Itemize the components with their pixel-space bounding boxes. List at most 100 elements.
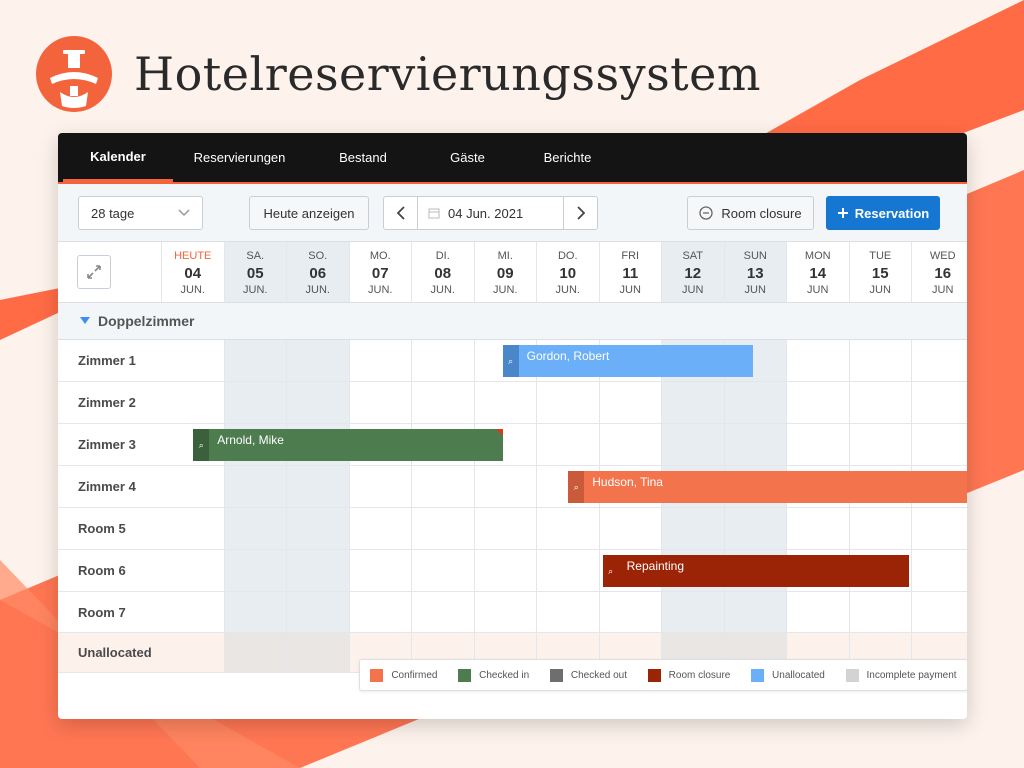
calendar-cell[interactable] bbox=[849, 340, 912, 382]
calendar-cell[interactable] bbox=[287, 508, 350, 550]
calendar-cell[interactable] bbox=[724, 508, 787, 550]
calendar-cell[interactable] bbox=[912, 550, 967, 592]
calendar-cell[interactable] bbox=[287, 340, 350, 382]
calendar-cell[interactable] bbox=[412, 592, 475, 633]
calendar-cell[interactable] bbox=[724, 424, 787, 466]
calendar-cell[interactable] bbox=[599, 424, 662, 466]
calendar-cell[interactable] bbox=[474, 508, 537, 550]
tab-reservierungen[interactable]: Reservierungen bbox=[173, 133, 306, 182]
calendar-cell[interactable] bbox=[224, 340, 287, 382]
calendar-cell[interactable] bbox=[912, 382, 967, 424]
calendar-cell[interactable] bbox=[912, 508, 967, 550]
booking-bar[interactable]: ⌕ Gordon, Robert bbox=[502, 345, 753, 377]
calendar-cell[interactable] bbox=[224, 508, 287, 550]
tab-gaeste[interactable]: Gäste bbox=[420, 133, 515, 182]
calendar-cell[interactable] bbox=[537, 592, 600, 633]
add-reservation-button[interactable]: Reservation bbox=[826, 196, 940, 230]
next-date-button[interactable] bbox=[564, 197, 597, 229]
calendar-cell[interactable] bbox=[287, 550, 350, 592]
calendar-cell[interactable] bbox=[224, 550, 287, 592]
calendar-cell[interactable] bbox=[537, 382, 600, 424]
calendar-cell[interactable] bbox=[224, 466, 287, 508]
calendar-cell[interactable] bbox=[412, 466, 475, 508]
calendar-cell[interactable] bbox=[662, 424, 725, 466]
day-month: JUN bbox=[807, 284, 829, 296]
calendar-cell[interactable] bbox=[787, 424, 850, 466]
calendar-cell[interactable] bbox=[287, 382, 350, 424]
room-row-label: Zimmer 4 bbox=[58, 466, 162, 508]
tab-bestand[interactable]: Bestand bbox=[306, 133, 420, 182]
room-row-label: Room 5 bbox=[58, 508, 162, 550]
calendar-cell[interactable] bbox=[162, 550, 225, 592]
calendar-cell[interactable] bbox=[349, 382, 412, 424]
calendar-cell[interactable] bbox=[474, 382, 537, 424]
calendar-cell[interactable] bbox=[849, 508, 912, 550]
day-name: TUE bbox=[869, 250, 892, 262]
calendar-cell[interactable] bbox=[599, 382, 662, 424]
calendar-cell[interactable] bbox=[162, 466, 225, 508]
calendar-cell[interactable] bbox=[349, 592, 412, 633]
calendar-cell[interactable] bbox=[724, 592, 787, 633]
calendar-cell[interactable] bbox=[537, 508, 600, 550]
calendar-cell[interactable] bbox=[849, 592, 912, 633]
calendar-cell[interactable] bbox=[349, 508, 412, 550]
calendar-cell[interactable] bbox=[224, 382, 287, 424]
tab-kalender[interactable]: Kalender bbox=[63, 133, 173, 182]
tab-berichte[interactable]: Berichte bbox=[515, 133, 620, 182]
day-header: DI. 08 JUN. bbox=[412, 242, 475, 303]
booking-bar[interactable]: ⌕ Hudson, Tina bbox=[568, 471, 967, 503]
day-number: 16 bbox=[934, 265, 952, 282]
calendar-cell[interactable] bbox=[912, 424, 967, 466]
calendar-cell[interactable] bbox=[162, 508, 225, 550]
calendar-cell[interactable] bbox=[662, 508, 725, 550]
calendar-cell[interactable] bbox=[537, 550, 600, 592]
calendar-cell[interactable] bbox=[599, 508, 662, 550]
calendar-cell[interactable] bbox=[349, 340, 412, 382]
room-closure-button[interactable]: Room closure bbox=[687, 196, 814, 230]
calendar-cell[interactable] bbox=[474, 466, 537, 508]
prev-date-button[interactable] bbox=[384, 197, 417, 229]
calendar-cell[interactable] bbox=[787, 592, 850, 633]
range-select[interactable]: 28 tage bbox=[78, 196, 203, 230]
calendar-cell[interactable] bbox=[162, 633, 225, 673]
calendar-cell[interactable] bbox=[474, 550, 537, 592]
calendar-cell[interactable] bbox=[287, 633, 350, 673]
calendar-cell[interactable] bbox=[662, 592, 725, 633]
calendar-cell[interactable] bbox=[224, 592, 287, 633]
calendar-cell[interactable] bbox=[162, 592, 225, 633]
calendar-cell[interactable] bbox=[412, 340, 475, 382]
legend-item: Incomplete payment bbox=[845, 668, 957, 682]
calendar-cell[interactable] bbox=[662, 382, 725, 424]
calendar-cell[interactable] bbox=[912, 592, 967, 633]
calendar-cell[interactable] bbox=[912, 340, 967, 382]
calendar-cell[interactable] bbox=[162, 382, 225, 424]
calendar-cell[interactable] bbox=[287, 592, 350, 633]
calendar-cell[interactable] bbox=[224, 633, 287, 673]
calendar-cell[interactable] bbox=[787, 508, 850, 550]
calendar-cell[interactable] bbox=[287, 466, 350, 508]
calendar-cell[interactable] bbox=[599, 592, 662, 633]
calendar-cell[interactable] bbox=[349, 550, 412, 592]
today-button[interactable]: Heute anzeigen bbox=[249, 196, 369, 230]
calendar-cell[interactable] bbox=[349, 466, 412, 508]
calendar-cell[interactable] bbox=[787, 382, 850, 424]
expand-button[interactable] bbox=[77, 255, 111, 289]
calendar-cell[interactable] bbox=[412, 550, 475, 592]
day-month: JUN. bbox=[555, 284, 580, 296]
room-group-header[interactable]: Doppelzimmer bbox=[58, 303, 967, 340]
calendar-cell[interactable] bbox=[412, 382, 475, 424]
legend-swatch bbox=[549, 668, 563, 682]
room-group-label: Doppelzimmer bbox=[98, 313, 195, 329]
booking-bar[interactable]: ⌕ Repainting bbox=[602, 555, 909, 587]
legend-item: Confirmed bbox=[370, 668, 437, 682]
calendar-cell[interactable] bbox=[537, 424, 600, 466]
calendar-cell[interactable] bbox=[724, 382, 787, 424]
calendar-cell[interactable] bbox=[849, 424, 912, 466]
calendar-cell[interactable] bbox=[162, 340, 225, 382]
calendar-cell[interactable] bbox=[412, 508, 475, 550]
calendar-cell[interactable] bbox=[787, 340, 850, 382]
booking-bar[interactable]: ⌕ Arnold, Mike bbox=[193, 429, 503, 461]
date-input[interactable]: 04 Jun. 2021 bbox=[417, 197, 564, 229]
calendar-cell[interactable] bbox=[474, 592, 537, 633]
calendar-cell[interactable] bbox=[849, 382, 912, 424]
